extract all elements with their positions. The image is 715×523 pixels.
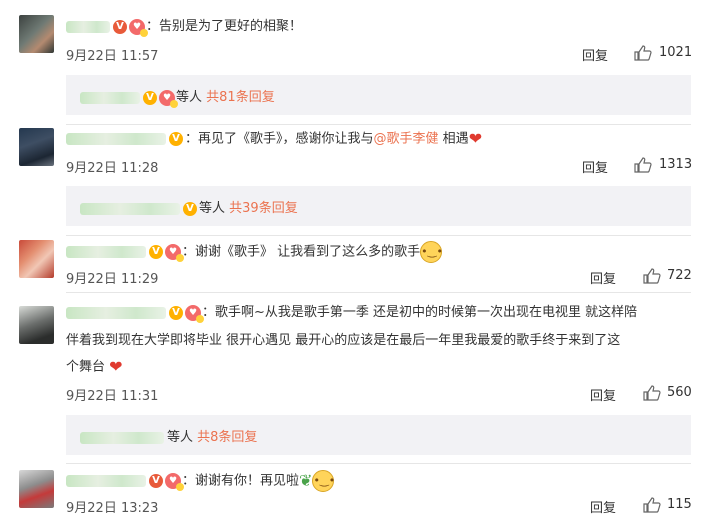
reply-button[interactable]: 回复 xyxy=(590,385,616,404)
reply-button[interactable]: 回复 xyxy=(590,268,616,287)
medal-icon: ♥ xyxy=(159,89,178,108)
timestamp: 9月22日 11:29 xyxy=(66,272,159,287)
view-replies-link[interactable]: 共39条回复 xyxy=(229,201,298,216)
divider xyxy=(66,292,691,293)
vip-badge-icon: V xyxy=(149,474,163,488)
username[interactable] xyxy=(66,306,166,319)
comment-line: V ：再见了《歌手》，感谢你让我与@歌手李健 相遇❤ xyxy=(66,129,482,150)
thumbs-up-icon[interactable] xyxy=(634,157,652,173)
username[interactable] xyxy=(66,246,146,258)
medal-icon: ♥ xyxy=(185,304,204,323)
username[interactable] xyxy=(80,91,140,104)
thumbs-up-icon[interactable] xyxy=(643,385,661,401)
username[interactable] xyxy=(80,431,164,444)
like-count: 1313 xyxy=(659,157,693,172)
heart-icon: ❤ xyxy=(468,129,483,148)
like-count: 722 xyxy=(667,268,692,283)
like-count: 1021 xyxy=(659,45,693,60)
like-count: 115 xyxy=(667,497,692,512)
vip-badge-icon: V xyxy=(183,201,197,216)
emoji-icon: •‿• xyxy=(420,241,443,263)
timestamp: 9月22日 13:23 xyxy=(66,501,159,516)
divider xyxy=(66,463,691,464)
medal-icon: ♥ xyxy=(129,18,148,37)
view-replies-link[interactable]: 共8条回复 xyxy=(197,430,257,445)
emoji-icon: •‿• xyxy=(312,470,335,492)
medal-icon: ♥ xyxy=(165,473,184,491)
timestamp: 9月22日 11:31 xyxy=(66,389,159,404)
medal-icon: ♥ xyxy=(165,244,184,262)
comment-line: V ♥ ：谢谢《歌手》 让我看到了这么多的歌手•‿• xyxy=(66,241,443,263)
reply-button[interactable]: 回复 xyxy=(582,45,608,64)
comment-line: V ♥ ：告别是为了更好的相聚！ xyxy=(66,17,302,37)
avatar[interactable] xyxy=(19,15,54,53)
thumbs-up-icon[interactable] xyxy=(643,497,661,513)
avatar[interactable] xyxy=(19,240,54,278)
comment-line: 伴着我到现在大学即将毕业 很开心遇见 最开心的应该是在最后一年里我最爱的歌手终于… xyxy=(66,333,621,348)
comment-text: 告别是为了更好的相聚！ xyxy=(159,19,303,34)
timestamp: 9月22日 11:57 xyxy=(66,49,159,64)
vip-badge-icon: V xyxy=(169,132,183,146)
vip-badge-icon: V xyxy=(169,305,183,320)
vip-badge-icon: V xyxy=(149,245,163,259)
reply-button[interactable]: 回复 xyxy=(590,497,616,516)
avatar[interactable] xyxy=(19,306,54,344)
avatar[interactable] xyxy=(19,128,54,166)
sub-replies-box[interactable]: V 等人 共39条回复 xyxy=(66,186,691,226)
sub-replies-box[interactable]: 等人 共8条回复 xyxy=(66,415,691,455)
username[interactable] xyxy=(80,202,180,215)
reply-button[interactable]: 回复 xyxy=(582,157,608,176)
vip-badge-icon: V xyxy=(143,90,157,105)
thumbs-up-icon[interactable] xyxy=(643,268,661,284)
username[interactable] xyxy=(66,133,166,145)
comment-line: V ♥ ：歌手啊~从我是歌手第一季 还是初中的时候第一次出现在电视里 就这样陪 xyxy=(66,303,637,323)
username[interactable] xyxy=(66,20,110,33)
heart-icon: ❤ xyxy=(109,357,123,376)
comment-list: V ♥ ：告别是为了更好的相聚！ 9月22日 11:57 回复 1021 V ♥ 等人 … xyxy=(0,0,715,523)
avatar[interactable] xyxy=(19,470,54,508)
vip-badge-icon: V xyxy=(113,19,127,34)
leaf-icon: ❦ xyxy=(299,471,313,490)
thumbs-up-icon[interactable] xyxy=(634,45,652,61)
sub-replies-box[interactable]: V ♥ 等人 共81条回复 xyxy=(66,75,691,115)
like-count: 560 xyxy=(667,385,692,400)
comment-line: V ♥ ：谢谢有你！再见啦❦•‿• xyxy=(66,470,335,492)
comment-line: 个舞台 ❤ xyxy=(66,357,123,376)
mention-link[interactable]: @歌手李健 xyxy=(374,132,439,147)
view-replies-link[interactable]: 共81条回复 xyxy=(206,90,275,105)
timestamp: 9月22日 11:28 xyxy=(66,161,159,176)
divider xyxy=(66,235,691,236)
username[interactable] xyxy=(66,475,146,487)
divider xyxy=(66,124,691,125)
